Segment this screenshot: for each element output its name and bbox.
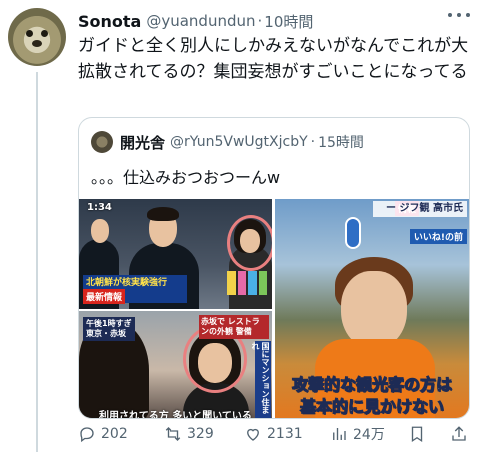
view-count: 24万 xyxy=(353,427,385,443)
heart-icon xyxy=(247,428,259,441)
media-photo-2[interactable]: 午後1時すぎ 東京・赤坂 赤坂で レストランの外観 警備 国にマンション住まれ … xyxy=(79,311,272,419)
media-photo-3[interactable]: 情報 ー ジフ観 高市氏 いいね!の前 攻撃的な観光客の方は 基本的に見かけない xyxy=(275,199,469,418)
tweet-time[interactable]: 10時間 xyxy=(264,11,313,32)
bookmark-button[interactable] xyxy=(408,423,431,445)
tweet-header: Sonota @yuandundun · 10時間 xyxy=(78,10,472,32)
media-photo-1[interactable]: 1:34 北朝鮮が核実験強行か？ 最新情報 xyxy=(79,199,272,309)
retweet-icon xyxy=(165,427,181,441)
more-options-icon[interactable] xyxy=(448,8,470,22)
avatar-eye-right xyxy=(41,30,48,37)
colored-blocks xyxy=(227,271,267,295)
like-count: 2131 xyxy=(267,426,303,442)
blue-strip: いいね!の前 xyxy=(409,229,467,244)
news-label: 最新情報 xyxy=(83,289,126,304)
quoted-tweet[interactable]: 開光舎 @rYun5VwUgtXjcbY · 15時間 。。。仕込みおつおつーん… xyxy=(78,117,470,419)
quote-author-handle: @rYun5VwUgtXjcbY xyxy=(170,134,308,150)
like-button[interactable]: 2131 xyxy=(244,423,303,445)
highlight-circle xyxy=(227,215,272,271)
caption-line-1: 攻撃的な観光客の方は xyxy=(291,375,452,395)
quote-media-grid: 1:34 北朝鮮が核実験強行か？ 最新情報 午後1時すぎ 東京・赤坂 赤坂で レ… xyxy=(79,199,469,419)
share-icon xyxy=(452,426,466,441)
views-button[interactable]: 24万 xyxy=(330,423,385,445)
quote-author-name: 開光舎 xyxy=(120,133,166,152)
author-handle[interactable]: @yuandundun xyxy=(146,12,255,30)
author-name[interactable]: Sonota xyxy=(78,12,141,31)
share-button[interactable] xyxy=(450,423,473,445)
reply-icon xyxy=(80,427,94,443)
reply-count: 202 xyxy=(101,426,128,442)
avatar-eye-left xyxy=(26,30,33,37)
person-left-face xyxy=(91,219,109,243)
person-center-hair xyxy=(147,207,179,221)
separator-dot: · xyxy=(257,12,263,30)
retweet-count: 329 xyxy=(187,426,214,442)
quote-header: 開光舎 @rYun5VwUgtXjcbY · 15時間 xyxy=(91,130,459,154)
program-badge: ー ジフ観 高市氏 xyxy=(373,201,467,217)
thread-line xyxy=(36,72,38,452)
quote-separator: · xyxy=(310,134,316,150)
caption-line-2: 基本的に見かけない xyxy=(299,397,444,417)
views-chart-icon xyxy=(333,428,346,440)
quote-text: 。。。仕込みおつおつーんw xyxy=(91,168,281,187)
action-bar: 202 329 2131 24万 xyxy=(78,423,472,445)
bookmark-icon xyxy=(411,426,423,443)
reply-button[interactable]: 202 xyxy=(78,423,128,445)
news-banner: 赤坂で レストランの外観 警備 xyxy=(199,315,269,339)
retweet-button[interactable]: 329 xyxy=(164,423,214,445)
author-avatar[interactable] xyxy=(8,8,66,66)
video-timer: 1:34 xyxy=(87,202,112,213)
tweet-text: ガイドと全く別人にしかみえないがなんでこれが大拡散されてるの？集団妄想がすごいこ… xyxy=(78,36,469,82)
subtitle: 利用されてる方 多いと聞いている xyxy=(99,411,252,419)
avatar-nose xyxy=(32,40,42,47)
time-location-tag: 午後1時すぎ 東京・赤坂 xyxy=(83,317,135,341)
quote-avatar xyxy=(91,131,113,153)
quote-time: 15時間 xyxy=(318,135,364,151)
woman-face xyxy=(341,271,407,349)
tv-logo-icon xyxy=(345,217,361,249)
